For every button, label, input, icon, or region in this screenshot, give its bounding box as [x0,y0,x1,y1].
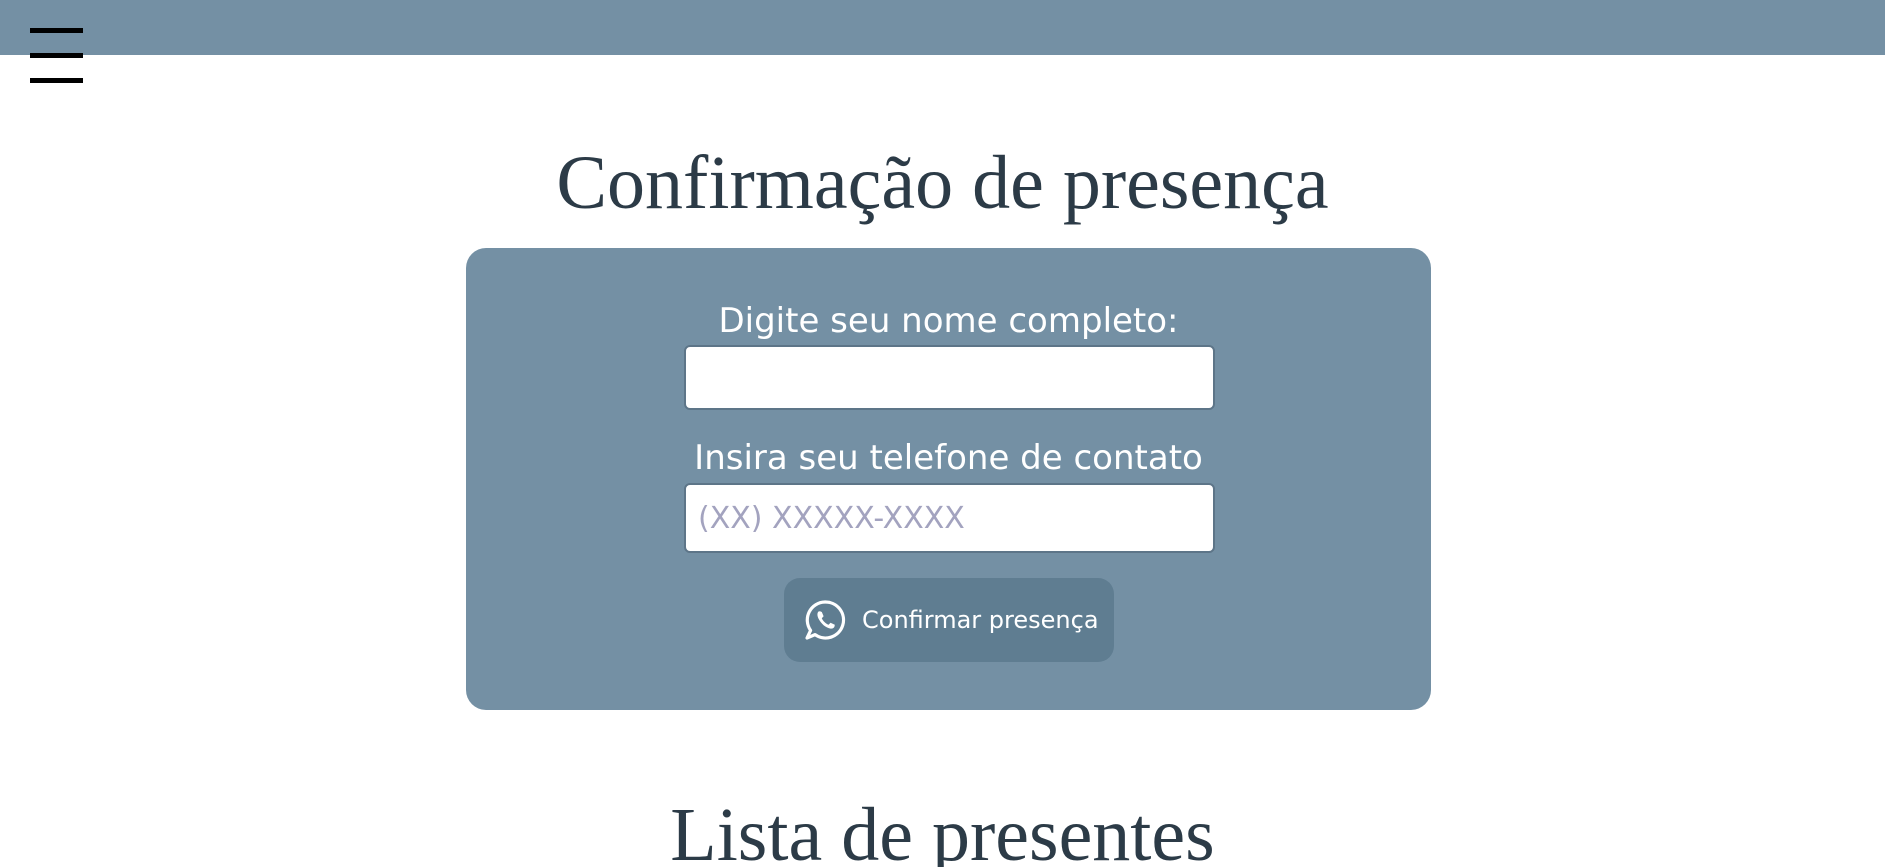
rsvp-form-card: Digite seu nome completo: Insira seu tel… [466,248,1431,710]
name-field-label: Digite seu nome completo: [718,301,1179,341]
top-bar [0,0,1885,55]
gift-list-title: Lista de presentes [670,793,1215,867]
phone-field-label: Insira seu telefone de contato [694,438,1203,478]
phone-input[interactable] [684,483,1215,553]
hamburger-menu-icon[interactable] [30,28,83,84]
whatsapp-icon [805,600,846,640]
menu-bar-line [30,28,83,33]
full-name-input[interactable] [684,345,1215,410]
confirm-presence-label: Confirmar presença [862,606,1099,634]
menu-bar-line [30,78,83,83]
confirm-presence-button[interactable]: Confirmar presença [784,578,1114,662]
rsvp-title: Confirmação de presença [556,141,1329,225]
menu-bar-line [30,53,83,58]
